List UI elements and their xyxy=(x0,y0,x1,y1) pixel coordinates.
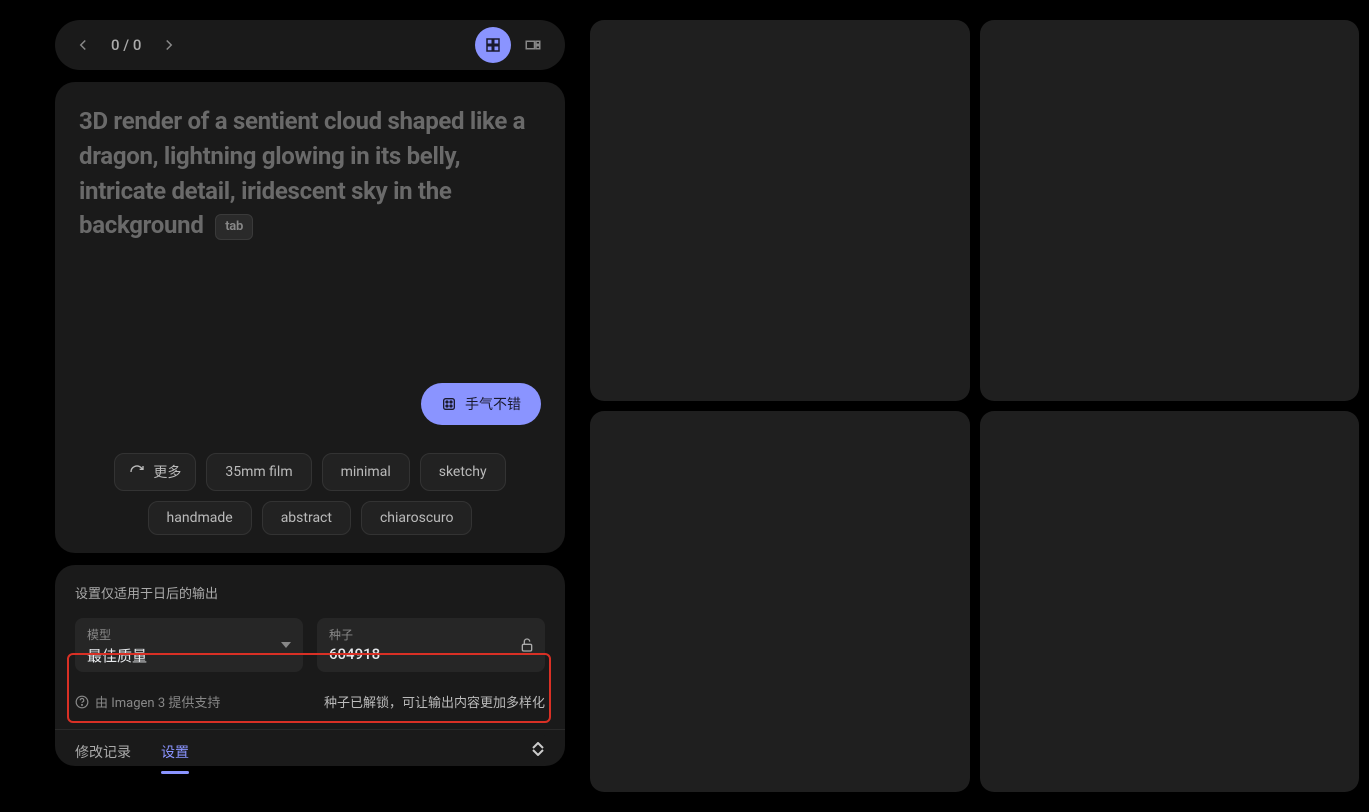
style-chips: 更多 35mm film minimal sketchy handmade ab… xyxy=(79,453,541,535)
refresh-icon xyxy=(129,464,145,480)
seed-value: 604918 xyxy=(329,645,533,663)
prev-arrow-icon[interactable] xyxy=(69,31,97,59)
seed-field[interactable]: 种子 604918 xyxy=(317,618,545,672)
style-chip[interactable]: 35mm film xyxy=(206,453,311,491)
settings-note: 设置仅适用于日后的输出 xyxy=(75,583,545,602)
tab-settings[interactable]: 设置 xyxy=(161,742,189,766)
chevron-down-icon xyxy=(281,642,291,648)
model-value: 最佳质量 xyxy=(87,645,291,666)
image-slot[interactable] xyxy=(590,20,970,401)
model-label: 模型 xyxy=(87,626,291,643)
more-chip[interactable]: 更多 xyxy=(114,453,196,491)
style-chip[interactable]: chiaroscuro xyxy=(361,501,473,535)
help-icon xyxy=(75,695,89,709)
image-slot[interactable] xyxy=(980,411,1360,792)
style-chip[interactable]: handmade xyxy=(148,501,252,535)
style-chip[interactable]: minimal xyxy=(322,453,410,491)
collapse-button[interactable] xyxy=(523,734,553,764)
chevron-up-icon xyxy=(532,742,544,749)
output-grid xyxy=(580,0,1369,812)
next-arrow-icon[interactable] xyxy=(155,31,183,59)
seed-help-text: 种子已解锁，可让输出内容更加多样化 xyxy=(324,692,545,711)
seed-label: 种子 xyxy=(329,626,533,643)
model-selector[interactable]: 模型 最佳质量 xyxy=(75,618,303,672)
grid-view-button[interactable] xyxy=(475,27,511,63)
settings-card: 设置仅适用于日后的输出 模型 最佳质量 种子 604918 由 Imagen xyxy=(55,565,565,766)
lucky-button-label: 手气不错 xyxy=(465,394,521,414)
top-bar: 0 / 0 xyxy=(55,20,565,70)
unlock-icon[interactable] xyxy=(519,637,535,653)
settings-tabs: 修改记录 设置 xyxy=(55,729,565,766)
style-chip[interactable]: sketchy xyxy=(420,453,506,491)
prompt-card: 3D render of a sentient cloud shaped lik… xyxy=(55,82,565,553)
dice-icon xyxy=(441,396,457,412)
single-view-button[interactable] xyxy=(515,27,551,63)
chevron-down-icon xyxy=(532,749,544,756)
image-slot[interactable] xyxy=(590,411,970,792)
prompt-input[interactable]: 3D render of a sentient cloud shaped lik… xyxy=(79,104,541,243)
style-chip[interactable]: abstract xyxy=(262,501,351,535)
tab-hint-chip: tab xyxy=(215,214,253,241)
model-support-info: 由 Imagen 3 提供支持 xyxy=(75,692,220,711)
tab-history[interactable]: 修改记录 xyxy=(75,742,131,766)
more-chip-label: 更多 xyxy=(153,462,181,482)
image-slot[interactable] xyxy=(980,20,1360,401)
lucky-button[interactable]: 手气不错 xyxy=(421,383,541,425)
page-counter: 0 / 0 xyxy=(111,36,141,54)
prompt-placeholder: 3D render of a sentient cloud shaped lik… xyxy=(79,107,525,239)
